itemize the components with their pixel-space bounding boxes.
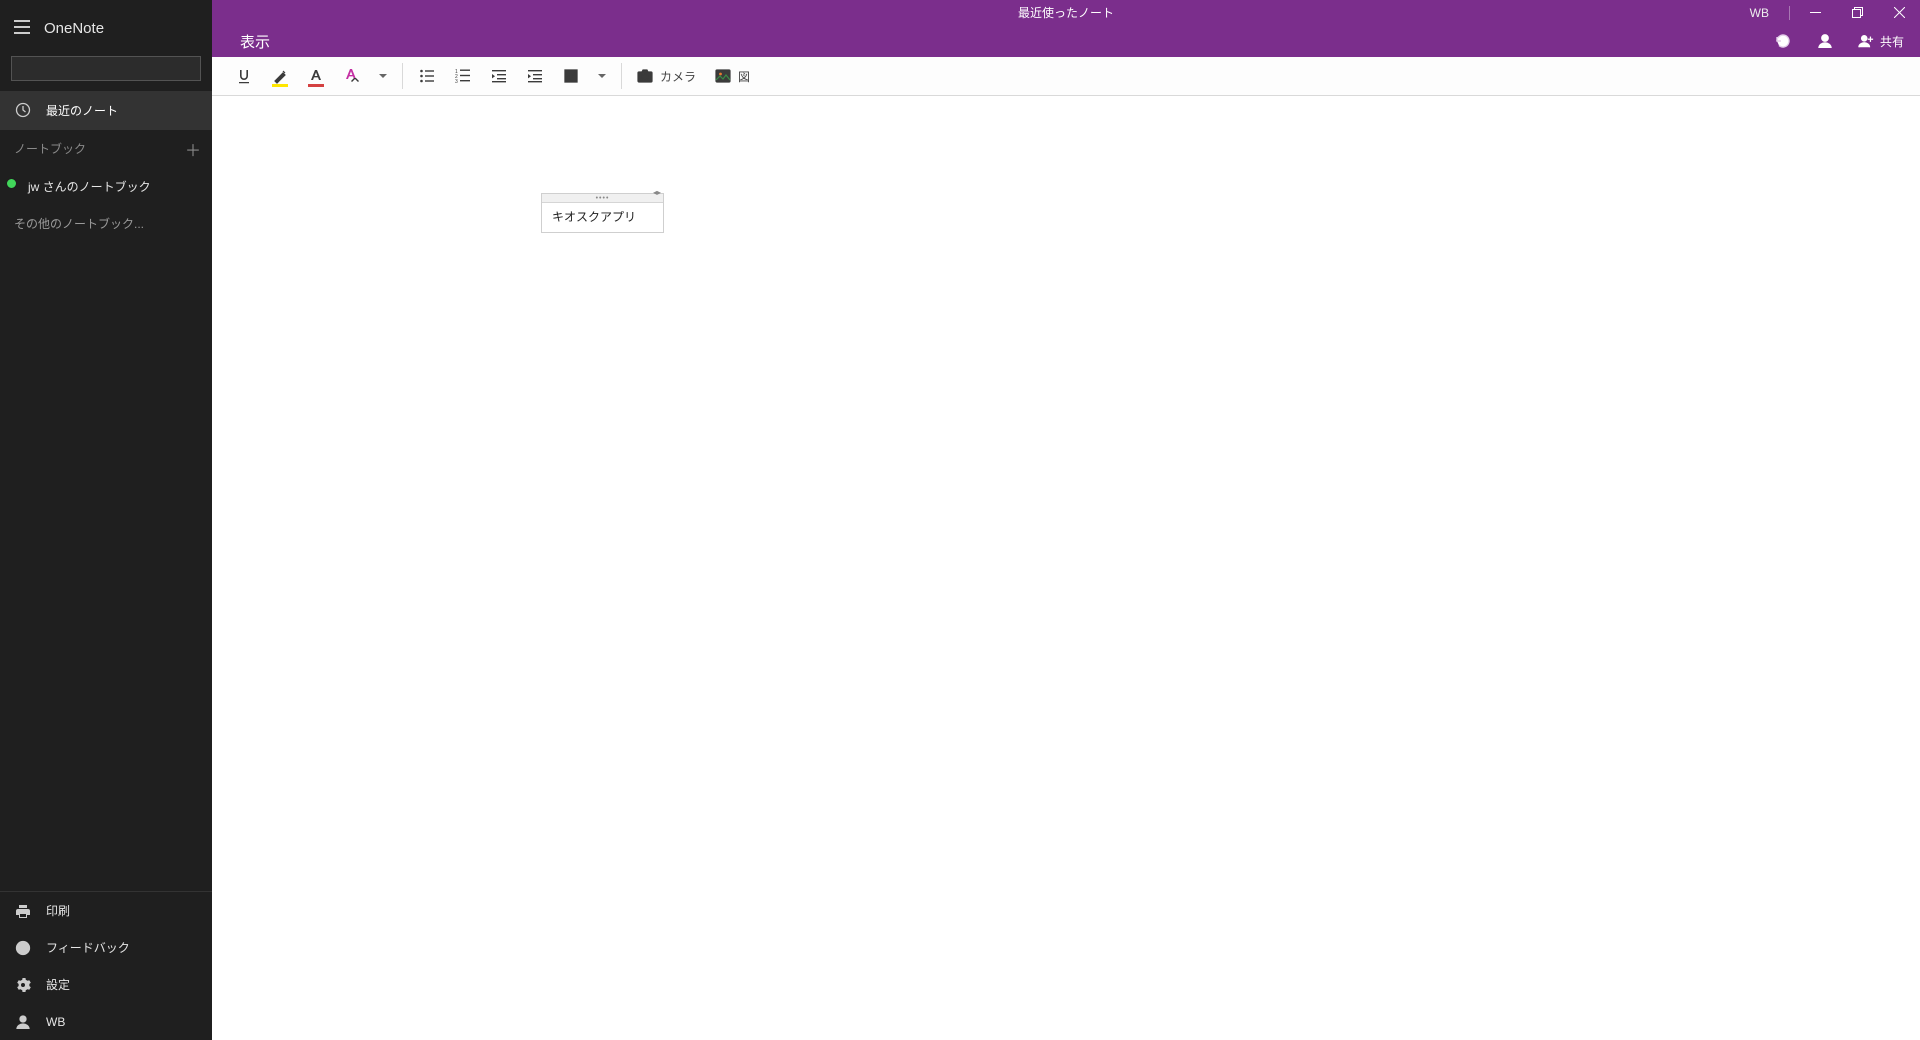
print-item[interactable]: 印刷 (0, 892, 212, 929)
feedback-icon (14, 940, 32, 956)
share-label: 共有 (1880, 33, 1904, 50)
todo-button[interactable] (553, 57, 589, 95)
tabbar-right: 共有 (1764, 25, 1920, 57)
settings-item[interactable]: 設定 (0, 966, 212, 1003)
titlebar-right: WB (1734, 0, 1920, 25)
add-notebook-button[interactable]: ＋ (185, 137, 201, 161)
text-container[interactable]: •••• ◂▸ キオスクアプリ (541, 193, 664, 233)
toolbar: 123 カメラ 図 (212, 57, 1920, 96)
hamburger-icon[interactable] (14, 20, 30, 37)
main: 最近使ったノート WB 表示 共有 (212, 0, 1920, 1040)
list-more-button[interactable] (589, 57, 615, 95)
tabbar: 表示 共有 (212, 25, 1920, 57)
picture-button[interactable] (706, 57, 736, 95)
camera-button[interactable] (628, 57, 658, 95)
notebooks-label: ノートブック (14, 140, 86, 157)
search-input[interactable] (18, 57, 195, 80)
app-title: OneNote (44, 20, 104, 37)
underline-button[interactable] (226, 57, 262, 95)
sidebar: OneNote 最近のノート ノートブック ＋ jw さんのノートブック その他… (0, 0, 212, 1040)
minimize-button[interactable] (1794, 0, 1836, 25)
window-title: 最近使ったノート (1018, 4, 1114, 21)
sidebar-header: OneNote (0, 0, 212, 56)
font-color-swatch (308, 84, 324, 87)
highlight-color-swatch (272, 84, 288, 87)
print-icon (14, 903, 32, 919)
notebook-label: jw さんのノートブック (28, 178, 151, 195)
feedback-label: フィードバック (46, 939, 130, 956)
account-button[interactable] (1808, 25, 1842, 57)
titlebar: 最近使ったノート WB (212, 0, 1920, 25)
section-notebooks: ノートブック ＋ (0, 129, 212, 167)
camera-label[interactable]: カメラ (660, 68, 696, 85)
clear-format-button[interactable] (334, 57, 370, 95)
person-icon (14, 1014, 32, 1030)
text-container-handle[interactable]: •••• ◂▸ (542, 194, 663, 203)
svg-text:3: 3 (455, 79, 458, 84)
drag-dots-icon: •••• (596, 195, 610, 202)
format-more-button[interactable] (370, 57, 396, 95)
share-button[interactable]: 共有 (1852, 25, 1910, 57)
maximize-button[interactable] (1836, 0, 1878, 25)
account-item[interactable]: WB (0, 1003, 212, 1040)
search-wrap (0, 56, 212, 91)
close-button[interactable] (1878, 0, 1920, 25)
picture-label[interactable]: 図 (738, 68, 750, 85)
feedback-item[interactable]: フィードバック (0, 929, 212, 966)
user-initials[interactable]: WB (1734, 6, 1785, 20)
separator (402, 63, 403, 89)
undo-button[interactable] (1764, 25, 1798, 57)
other-notebooks-link[interactable]: その他のノートブック... (0, 205, 212, 242)
font-color-button[interactable] (298, 57, 334, 95)
indent-button[interactable] (517, 57, 553, 95)
note-canvas[interactable]: •••• ◂▸ キオスクアプリ (212, 96, 1920, 1040)
gear-icon (14, 977, 32, 993)
settings-label: 設定 (46, 976, 70, 993)
titlebar-separator (1789, 6, 1790, 20)
note-text[interactable]: キオスクアプリ (542, 203, 663, 232)
nav-recent-notes[interactable]: 最近のノート (0, 91, 212, 129)
numbered-list-button[interactable]: 123 (445, 57, 481, 95)
highlight-button[interactable] (262, 57, 298, 95)
print-label: 印刷 (46, 902, 70, 919)
account-label: WB (46, 1015, 65, 1029)
resize-handle-icon[interactable]: ◂▸ (653, 188, 661, 197)
clock-icon (14, 102, 32, 118)
outdent-button[interactable] (481, 57, 517, 95)
nav-recent-label: 最近のノート (46, 102, 118, 119)
notebook-item[interactable]: jw さんのノートブック (0, 167, 212, 205)
separator (621, 63, 622, 89)
bullet-list-button[interactable] (409, 57, 445, 95)
search-box[interactable] (11, 56, 201, 81)
tab-view[interactable]: 表示 (212, 25, 298, 57)
sidebar-bottom: 印刷 フィードバック 設定 WB (0, 891, 212, 1040)
